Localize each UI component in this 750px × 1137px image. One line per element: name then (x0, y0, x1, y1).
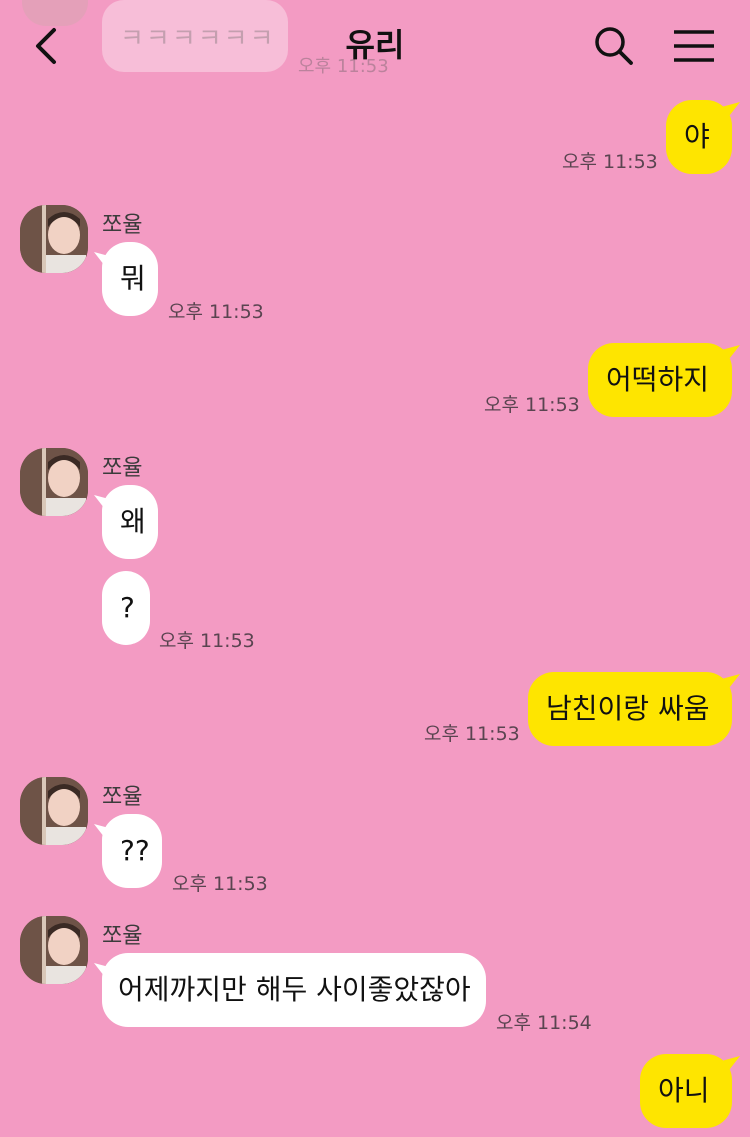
message-time: 오후 11:53 (424, 723, 520, 745)
avatar[interactable] (20, 448, 88, 516)
message-bubble-incoming[interactable]: 어제까지만 해두 사이좋았잖아 (102, 953, 486, 1027)
message-time: 오후 11:53 (562, 151, 658, 173)
avatar-image (20, 916, 88, 984)
chevron-left-icon (36, 28, 56, 64)
avatar[interactable] (20, 777, 88, 845)
sender-name: 쪼율 (102, 213, 143, 238)
message-text: 아니 (658, 1074, 710, 1107)
message-time: 오후 11:53 (168, 301, 264, 323)
message-text: 뭐 (120, 262, 146, 295)
message-bubble-outgoing[interactable]: 남친이랑 싸움 (528, 672, 732, 746)
message-bubble-outgoing[interactable]: 야 (666, 100, 732, 174)
sender-name: 쪼율 (102, 456, 143, 481)
message-text: 어떡하지 (606, 363, 710, 396)
chat-header: 유리 (0, 0, 750, 92)
message-text: 왜 (120, 505, 146, 538)
message-time: 오후 11:53 (484, 394, 580, 416)
chat-title: 유리 (345, 26, 405, 64)
message-time: 오후 11:54 (496, 1012, 592, 1034)
search-button[interactable] (592, 24, 636, 68)
back-button[interactable] (28, 24, 68, 68)
message-text: 남친이랑 싸움 (546, 692, 710, 725)
message-bubble-outgoing[interactable]: 아니 (640, 1054, 732, 1128)
message-text: 어제까지만 해두 사이좋았잖아 (118, 973, 471, 1006)
message-bubble-incoming[interactable]: 뭐 (102, 242, 158, 316)
message-bubble-outgoing[interactable]: 어떡하지 (588, 343, 732, 417)
message-bubble-incoming[interactable]: ? (102, 571, 150, 645)
message-time: 오후 11:53 (172, 873, 268, 895)
search-icon (595, 27, 633, 65)
avatar[interactable] (20, 916, 88, 984)
sender-name: 쪼율 (102, 785, 143, 810)
message-text: ?? (120, 834, 150, 867)
avatar[interactable] (20, 205, 88, 273)
avatar-image (20, 205, 88, 273)
message-time: 오후 11:53 (159, 630, 255, 652)
sender-name: 쪼율 (102, 924, 143, 949)
message-bubble-incoming[interactable]: 왜 (102, 485, 158, 559)
message-bubble-incoming[interactable]: ?? (102, 814, 162, 888)
avatar-image (20, 777, 88, 845)
menu-button[interactable] (670, 26, 718, 66)
avatar-image (20, 448, 88, 516)
message-text: ? (120, 591, 135, 624)
hamburger-menu-icon (674, 30, 714, 62)
message-text: 야 (684, 120, 710, 153)
